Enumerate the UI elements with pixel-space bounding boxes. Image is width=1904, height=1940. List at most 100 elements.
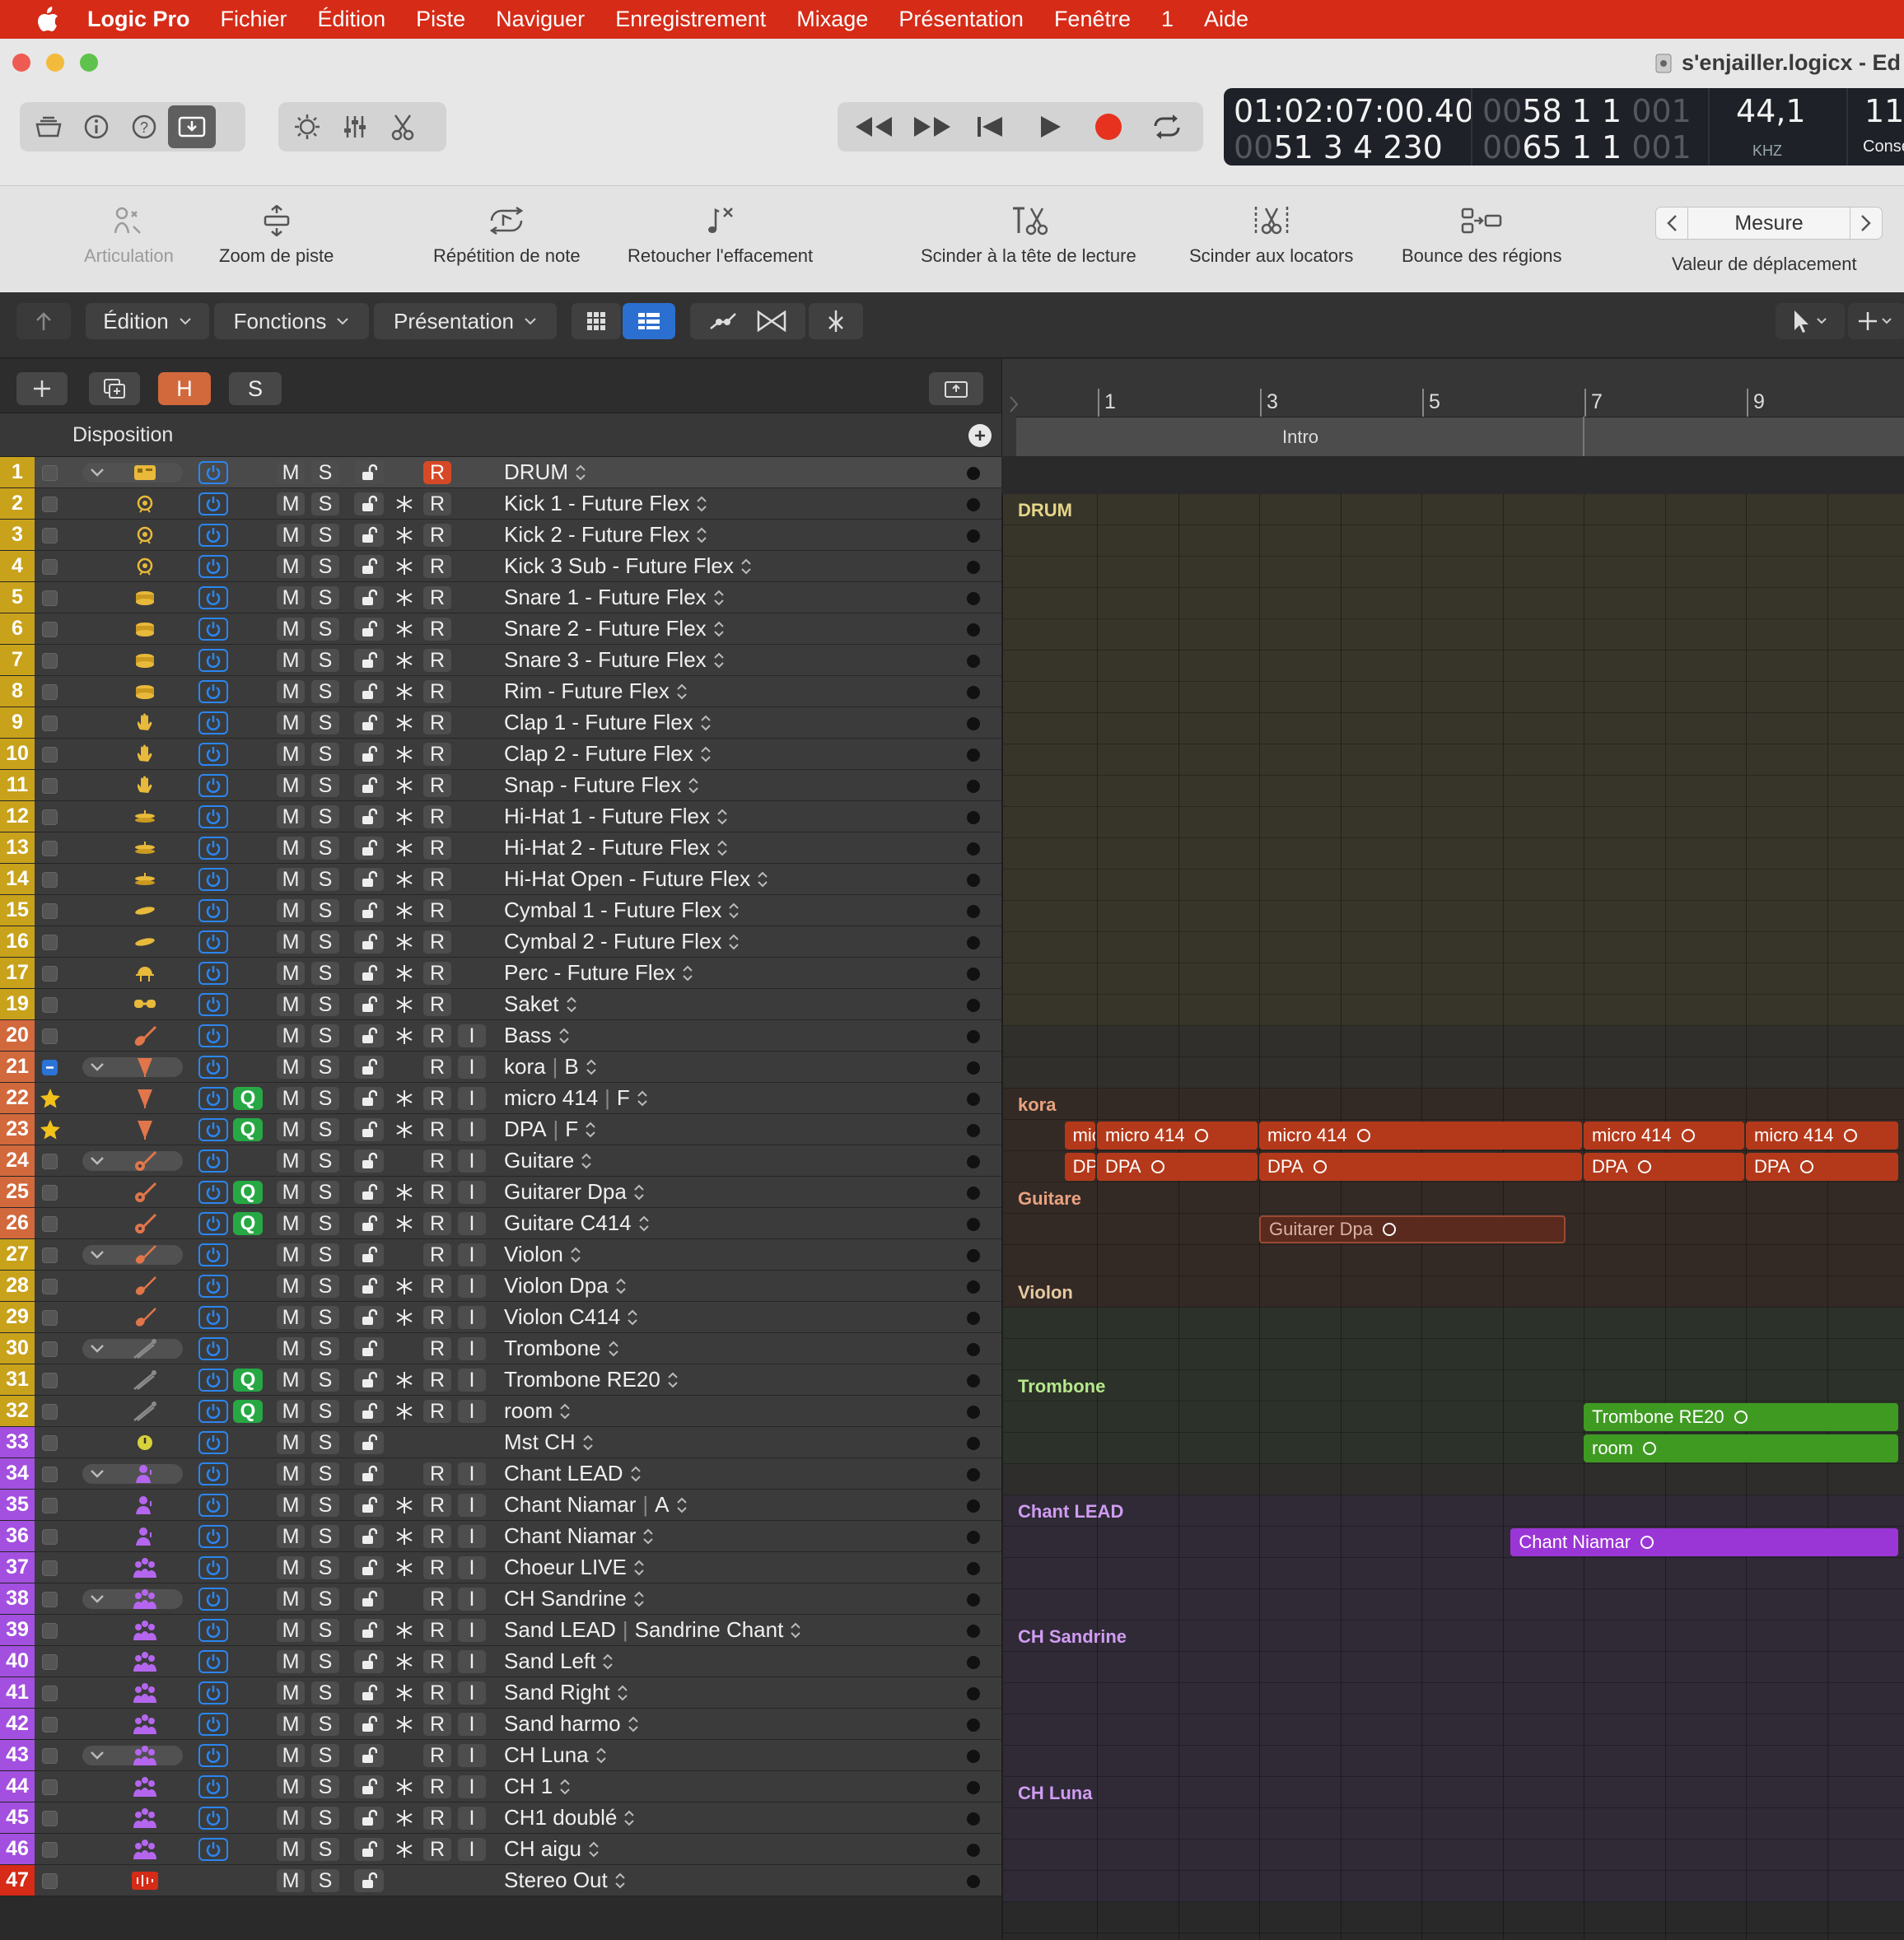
power-icon[interactable]	[198, 1462, 228, 1485]
track-checkbox[interactable]	[42, 1247, 58, 1263]
input-monitor-button[interactable]: I	[458, 1369, 486, 1392]
track-row[interactable]: 2 M S R Kick 1 - Future Flex	[0, 488, 1001, 520]
toolbar-toggle-icon[interactable]	[168, 105, 216, 148]
track-name[interactable]: Cymbal 2 - Future Flex	[504, 926, 740, 957]
power-icon[interactable]	[198, 492, 228, 515]
track-checkbox[interactable]	[42, 872, 58, 888]
solo-button[interactable]: S	[311, 649, 339, 672]
track-lane[interactable]	[1003, 1652, 1904, 1683]
up-down-icon[interactable]	[696, 495, 707, 513]
record-enable-button[interactable]: R	[423, 1118, 451, 1141]
solo-button[interactable]: S	[311, 1525, 339, 1548]
record-enable-button[interactable]: R	[423, 555, 451, 578]
solo-button[interactable]: S	[311, 1869, 339, 1892]
power-icon[interactable]	[198, 993, 228, 1016]
up-down-icon[interactable]	[575, 464, 586, 482]
track-checkbox[interactable]	[42, 1623, 58, 1639]
input-monitor-button[interactable]: I	[458, 1306, 486, 1329]
track-row[interactable]: 3 M S R Kick 2 - Future Flex	[0, 520, 1001, 551]
mute-button[interactable]: M	[277, 524, 305, 547]
mute-button[interactable]: M	[277, 1431, 305, 1454]
track-name[interactable]: Clap 1 - Future Flex	[504, 707, 712, 738]
power-icon[interactable]	[198, 1681, 228, 1704]
freeze-icon[interactable]	[390, 1774, 418, 1799]
track-name[interactable]: Sand Right	[504, 1677, 628, 1708]
grid-view-icon[interactable]	[572, 303, 621, 339]
track-lane[interactable]	[1003, 1589, 1904, 1621]
back-button[interactable]	[16, 303, 71, 339]
power-icon[interactable]	[198, 555, 228, 578]
mute-button[interactable]: M	[277, 868, 305, 891]
mute-button[interactable]: M	[277, 1462, 305, 1485]
freeze-icon[interactable]	[390, 1399, 418, 1424]
track-name[interactable]: Hi-Hat 1 - Future Flex	[504, 801, 728, 832]
record-enable-button[interactable]: R	[423, 899, 451, 922]
menu-track[interactable]: Piste	[416, 7, 465, 32]
mute-button[interactable]: M	[277, 1243, 305, 1266]
power-icon[interactable]	[198, 1306, 228, 1329]
solo-button[interactable]: S	[311, 1118, 339, 1141]
freeze-icon[interactable]	[390, 1618, 418, 1643]
solo-button[interactable]: S	[311, 1150, 339, 1173]
chevron-down-icon[interactable]	[87, 1151, 107, 1171]
track-row[interactable]: 23 Q M S R I DPA | F	[0, 1114, 1001, 1145]
power-icon[interactable]	[198, 461, 228, 484]
track-row[interactable]: 38 M S R I CH Sandrine	[0, 1583, 1001, 1615]
mute-button[interactable]: M	[277, 1869, 305, 1892]
track-row[interactable]: 14 M S R Hi-Hat Open - Future Flex	[0, 864, 1001, 895]
up-down-icon[interactable]	[638, 1215, 650, 1233]
track-zoom-button[interactable]: Zoom de piste	[219, 203, 334, 267]
articulation-button[interactable]: Articulation	[84, 203, 174, 267]
track-name[interactable]: Choeur LIVE	[504, 1552, 645, 1583]
track-row[interactable]: 15 M S R Cymbal 1 - Future Flex	[0, 895, 1001, 926]
track-lane[interactable]	[1003, 525, 1904, 557]
track-lane[interactable]	[1003, 1683, 1904, 1714]
close-button[interactable]	[12, 54, 30, 72]
track-lane[interactable]	[1003, 1840, 1904, 1871]
track-row[interactable]: 31 Q M S R I Trombone RE20	[0, 1364, 1001, 1396]
track-checkbox[interactable]	[42, 1435, 58, 1451]
track-name[interactable]: micro 414 | F	[504, 1083, 648, 1113]
global-solo-button[interactable]: S	[229, 372, 282, 405]
track-checkbox[interactable]	[42, 1279, 58, 1294]
power-icon[interactable]	[198, 524, 228, 547]
solo-button[interactable]: S	[311, 1431, 339, 1454]
up-down-icon[interactable]	[623, 1809, 635, 1827]
track-name[interactable]: Guitarer Dpa	[504, 1177, 645, 1207]
nudge-value[interactable]: Mesure	[1687, 208, 1850, 239]
power-icon[interactable]	[198, 1212, 228, 1235]
track-row[interactable]: 40 M S R I Sand Left	[0, 1646, 1001, 1677]
power-icon[interactable]	[198, 1744, 228, 1767]
track-name[interactable]: DPA | F	[504, 1114, 596, 1145]
up-down-icon[interactable]	[559, 1778, 571, 1796]
track-checkbox[interactable]	[42, 1028, 58, 1044]
track-row[interactable]: 24 M S R I Guitare	[0, 1145, 1001, 1177]
solo-button[interactable]: S	[311, 1462, 339, 1485]
track-row[interactable]: 12 M S R Hi-Hat 1 - Future Flex	[0, 801, 1001, 832]
power-icon[interactable]	[198, 711, 228, 734]
record-enable-button[interactable]: R	[423, 1494, 451, 1517]
mute-button[interactable]: M	[277, 1056, 305, 1079]
audio-region[interactable]: micro 414	[1259, 1122, 1582, 1150]
lock-icon[interactable]	[354, 680, 384, 703]
track-checkbox[interactable]	[42, 1811, 58, 1826]
menu-1[interactable]: 1	[1161, 7, 1174, 32]
up-down-icon[interactable]	[676, 683, 688, 701]
track-row[interactable]: 13 M S R Hi-Hat 2 - Future Flex	[0, 832, 1001, 864]
input-monitor-button[interactable]: I	[458, 1087, 486, 1110]
input-monitor-button[interactable]: I	[458, 1118, 486, 1141]
solo-button[interactable]: S	[311, 774, 339, 797]
track-name[interactable]: Kick 3 Sub - Future Flex	[504, 551, 752, 581]
track-name[interactable]: Bass	[504, 1020, 570, 1051]
freeze-icon[interactable]	[390, 773, 418, 798]
up-down-icon[interactable]	[585, 1121, 596, 1139]
up-down-icon[interactable]	[716, 808, 728, 826]
mute-button[interactable]: M	[277, 837, 305, 860]
up-down-icon[interactable]	[700, 714, 712, 732]
track-checkbox[interactable]	[42, 1498, 58, 1513]
up-down-icon[interactable]	[614, 1872, 626, 1890]
power-icon[interactable]	[198, 1838, 228, 1861]
solo-button[interactable]: S	[311, 1212, 339, 1235]
lock-icon[interactable]	[354, 1588, 384, 1611]
up-down-icon[interactable]	[757, 870, 768, 888]
